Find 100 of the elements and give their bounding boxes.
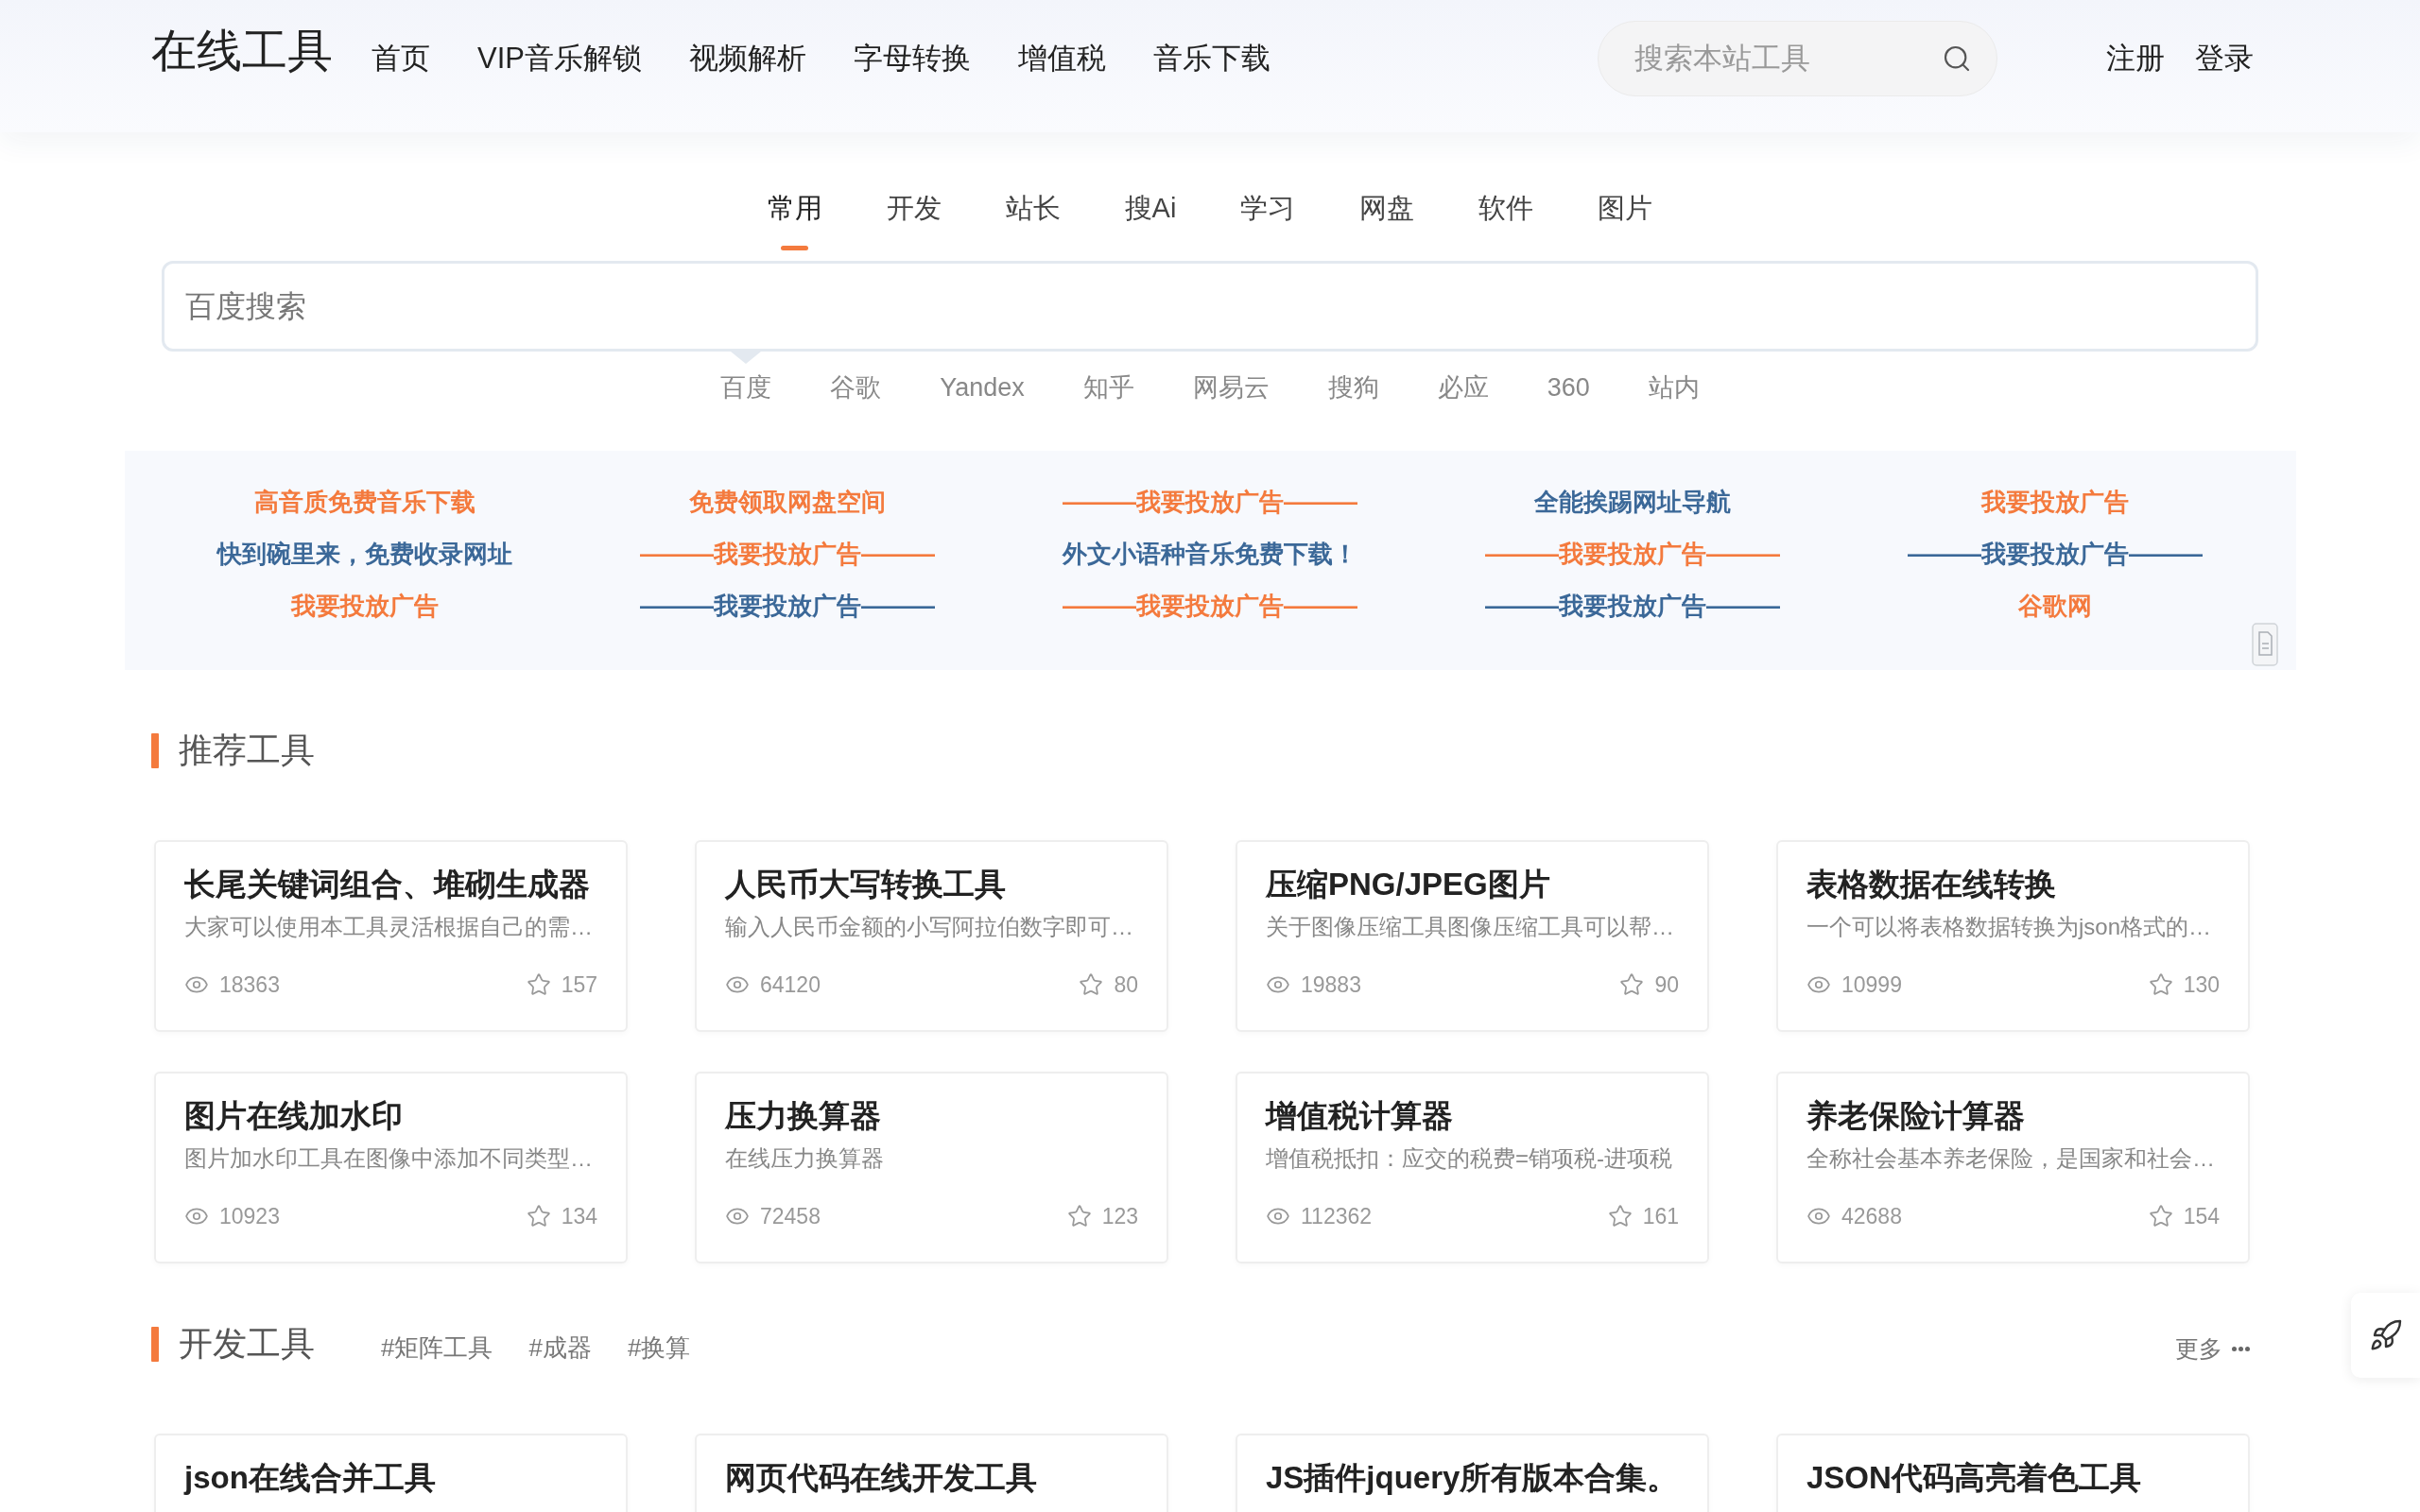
back-to-top-button[interactable] (2351, 1293, 2420, 1378)
card-title: 增值税计算器 (1266, 1097, 1454, 1135)
tool-card[interactable]: 压力换算器 在线压力换算器 72458 123 (695, 1072, 1168, 1263)
ad-link[interactable]: 全能挨踢网址导航 (1534, 476, 1731, 528)
star-icon[interactable] (1079, 972, 1104, 997)
more-link[interactable]: 更多 (2175, 1323, 2250, 1365)
tool-card[interactable]: JS插件jquery所有版本合集。 (1236, 1434, 1709, 1512)
favorite-count: 161 (1642, 1203, 1679, 1230)
nav-link[interactable]: 音乐下载 (1152, 21, 1270, 96)
auth-link[interactable]: 注册 (2106, 21, 2165, 96)
card-title: JS插件jquery所有版本合集。 (1266, 1459, 1679, 1497)
card-title: 养老保险计算器 (1806, 1097, 2026, 1135)
card-description: 增值税抵扣：应交的税费=销项税-进项税 (1266, 1144, 1673, 1173)
tag-link[interactable]: #换算 (627, 1331, 691, 1365)
nav-link[interactable]: 首页 (372, 21, 430, 96)
star-icon[interactable] (1066, 1204, 1092, 1228)
star-icon[interactable] (526, 1204, 551, 1228)
category-tab[interactable]: 软件 (1478, 189, 1534, 250)
tool-card[interactable]: 表格数据在线转换 一个可以将表格数据转换为json格式的… 10999 130 (1776, 840, 2250, 1032)
nav-link[interactable]: 视频解析 (688, 21, 806, 96)
card-description: 全称社会基本养老保险，是国家和社会… (1806, 1144, 2216, 1173)
card-title: 压缩PNG/JPEG图片 (1266, 866, 1551, 903)
star-icon[interactable] (1607, 1204, 1633, 1228)
tool-card[interactable]: 图片在线加水印 图片加水印工具在图像中添加不同类型… 10923 134 (154, 1072, 628, 1263)
category-tab[interactable]: 常用 (767, 189, 822, 250)
category-tab[interactable]: 网盘 (1359, 189, 1415, 250)
tag-link[interactable]: #成器 (528, 1331, 592, 1365)
tool-card[interactable]: 长尾关键词组合、堆砌生成器 大家可以使用本工具灵活根据自己的需… 18363 157 (154, 840, 628, 1032)
favorite-count: 134 (561, 1203, 597, 1230)
ad-link[interactable]: ———我要投放广告——— (640, 580, 935, 632)
auth-link[interactable]: 登录 (2195, 21, 2254, 96)
search-engine-option[interactable]: 360 (1547, 352, 1590, 404)
card-description: 在线压力换算器 (725, 1144, 885, 1173)
tool-card[interactable]: json在线合并工具 (154, 1434, 628, 1512)
ad-link[interactable]: 快到碗里来，免费收录网址 (217, 528, 512, 580)
card-description: 关于图像压缩工具图像压缩工具可以帮… (1266, 913, 1675, 941)
ad-link[interactable]: ———我要投放广告——— (1908, 528, 2203, 580)
star-icon[interactable] (2148, 1204, 2173, 1228)
tool-card[interactable]: 压缩PNG/JPEG图片 关于图像压缩工具图像压缩工具可以帮… 19883 90 (1236, 840, 1709, 1032)
view-count: 10923 (219, 1203, 280, 1230)
search-engine-option[interactable]: 搜狗 (1327, 352, 1379, 404)
nav-link[interactable]: VIP音乐解锁 (477, 21, 642, 96)
tool-card[interactable]: 增值税计算器 增值税抵扣：应交的税费=销项税-进项税 112362 161 (1236, 1072, 1709, 1263)
card-title: 表格数据在线转换 (1806, 866, 2057, 903)
card-title: JSON代码高亮着色工具 (1806, 1459, 2142, 1497)
star-icon[interactable] (1619, 972, 1645, 997)
site-logo[interactable]: 在线工具 (151, 21, 333, 81)
site-search-field[interactable]: 搜索本站工具 (1598, 21, 1997, 96)
card-title: 图片在线加水印 (184, 1097, 404, 1135)
view-count: 72458 (760, 1203, 821, 1230)
tool-card[interactable]: 网页代码在线开发工具 (695, 1434, 1168, 1512)
favorite-count: 123 (1101, 1203, 1138, 1230)
search-icon[interactable] (1942, 43, 1972, 74)
tool-card[interactable]: JSON代码高亮着色工具 (1776, 1434, 2250, 1512)
category-tab[interactable]: 学习 (1240, 189, 1296, 250)
tool-card[interactable]: 养老保险计算器 全称社会基本养老保险，是国家和社会… 42688 154 (1776, 1072, 2250, 1263)
favorite-count: 154 (2183, 1203, 2220, 1230)
search-engine-option[interactable]: Yandex (940, 352, 1025, 404)
search-engine-option[interactable]: 谷歌 (830, 352, 882, 404)
search-engine-option[interactable]: 必应 (1437, 352, 1489, 404)
accent-bar-icon (151, 1326, 159, 1362)
search-engine-option[interactable]: 网易云 (1192, 352, 1270, 404)
star-icon[interactable] (2148, 972, 2173, 997)
view-count: 112362 (1301, 1203, 1373, 1230)
tool-card[interactable]: 人民币大写转换工具 输入人民币金额的小写阿拉伯数字即可… 64120 80 (695, 840, 1168, 1032)
category-tab[interactable]: 站长 (1005, 189, 1061, 250)
ellipsis-icon (2232, 1346, 2250, 1351)
favorite-count: 130 (2183, 971, 2220, 999)
search-engine-option[interactable]: 站内 (1648, 352, 1700, 404)
view-count: 19883 (1301, 971, 1361, 999)
nav-link[interactable]: 增值税 (1017, 21, 1106, 96)
view-count: 64120 (760, 971, 821, 999)
card-title: 长尾关键词组合、堆砌生成器 (184, 866, 591, 903)
category-tab[interactable]: 图片 (1598, 189, 1653, 250)
view-count: 18363 (219, 971, 280, 999)
category-tab[interactable]: 搜Ai (1124, 189, 1177, 250)
card-title: 压力换算器 (725, 1097, 882, 1135)
view-count: 10999 (1841, 971, 1902, 999)
search-engine-option[interactable]: 百度 (720, 352, 772, 404)
search-engine-option[interactable]: 知乎 (1082, 352, 1134, 404)
nav-link[interactable]: 字母转换 (853, 21, 971, 96)
favorite-count: 80 (1114, 971, 1138, 999)
category-tab[interactable]: 开发 (886, 189, 942, 250)
accent-bar-icon (151, 732, 159, 768)
card-description: 大家可以使用本工具灵活根据自己的需… (184, 913, 594, 941)
card-description: 图片加水印工具在图像中添加不同类型… (184, 1144, 594, 1173)
ad-link[interactable]: 外文小语种音乐免费下载！ (1063, 528, 1357, 580)
section-title: 开发工具 (179, 1323, 315, 1365)
favorite-count: 90 (1654, 971, 1679, 999)
card-description: 一个可以将表格数据转换为json格式的… (1806, 913, 2213, 941)
web-search-field[interactable]: 百度搜索 (162, 261, 2258, 352)
card-title: 网页代码在线开发工具 (725, 1459, 1038, 1497)
section-title: 推荐工具 (179, 730, 315, 771)
star-icon[interactable] (526, 972, 551, 997)
card-title: json在线合并工具 (184, 1459, 437, 1497)
ad-link[interactable]: ———我要投放广告——— (1485, 580, 1780, 632)
tag-link[interactable]: #矩阵工具 (381, 1331, 493, 1365)
favorite-count: 157 (561, 971, 597, 999)
document-icon[interactable] (2251, 623, 2278, 666)
card-title: 人民币大写转换工具 (725, 866, 1007, 903)
